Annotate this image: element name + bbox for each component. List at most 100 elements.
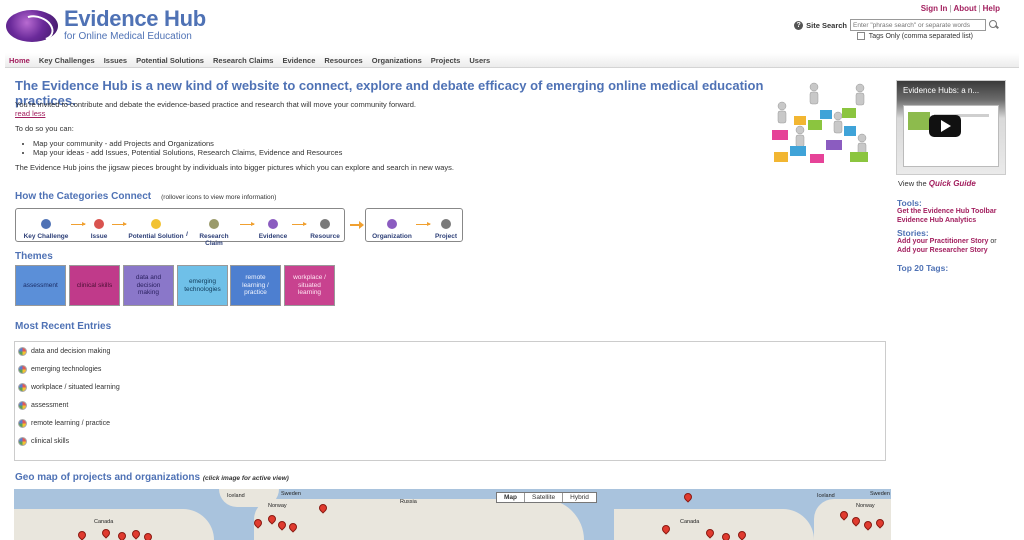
- geo-map[interactable]: Iceland Sweden Norway Russia Canada Icel…: [14, 489, 891, 540]
- site-logo[interactable]: Evidence Hub for Online Medical Educatio…: [6, 8, 206, 43]
- intro-text: You're invited to contribute and debate …: [15, 100, 755, 172]
- nav-projects[interactable]: Projects: [431, 56, 461, 65]
- analytics-link[interactable]: Evidence Hub Analytics: [897, 217, 976, 224]
- logo-title: Evidence Hub: [64, 6, 206, 31]
- map-label: Sweden: [870, 491, 890, 497]
- video-player[interactable]: Evidence Hubs: a n...: [896, 80, 1006, 175]
- read-less-link[interactable]: read less: [15, 109, 45, 118]
- list-item[interactable]: clinical skills: [18, 437, 69, 446]
- list-item[interactable]: assessment: [18, 401, 68, 410]
- arrow-icon: [112, 222, 127, 226]
- list-item: Map your ideas - add Issues, Potential S…: [33, 148, 755, 157]
- arrow-icon: [292, 222, 307, 226]
- map-button[interactable]: Map: [497, 493, 525, 502]
- nav-resources[interactable]: Resources: [324, 56, 362, 65]
- video-title: Evidence Hubs: a n...: [903, 86, 980, 95]
- map-heading: Geo map of projects and organizations: [15, 472, 201, 483]
- help-link[interactable]: Help: [983, 4, 1000, 13]
- list-item[interactable]: data and decision making: [18, 347, 110, 356]
- search-input[interactable]: [850, 19, 986, 31]
- arrow-icon: [71, 222, 86, 226]
- category-key-challenge[interactable]: Key Challenge: [22, 209, 70, 240]
- stories-or: or: [990, 238, 997, 245]
- category-label: Key Challenge: [23, 233, 69, 240]
- categories-title: How the Categories Connect (rollover icon…: [15, 191, 276, 202]
- nav-organizations[interactable]: Organizations: [372, 56, 422, 65]
- sign-in-link[interactable]: Sign In: [921, 4, 948, 13]
- theme-remote-learning[interactable]: remote learning / practice: [230, 265, 281, 306]
- category-potential-solution[interactable]: Potential Solution: [128, 209, 184, 240]
- list-item[interactable]: remote learning / practice: [18, 419, 110, 428]
- category-resource[interactable]: Resource: [308, 209, 342, 240]
- category-flow-org: Organization Project: [365, 208, 463, 242]
- search-icon[interactable]: [988, 19, 1000, 31]
- map-label: Canada: [680, 519, 700, 525]
- researcher-story-link[interactable]: Add your Researcher Story: [897, 247, 988, 254]
- theme-label: clinical skills: [76, 281, 113, 289]
- map-label: Iceland: [227, 493, 245, 499]
- categories-heading: How the Categories Connect: [15, 191, 152, 202]
- category-research-claim[interactable]: Research Claim: [190, 209, 238, 247]
- key-challenge-icon: [41, 219, 51, 229]
- theme-data-decision-making[interactable]: data and decision making: [123, 265, 174, 306]
- list-item: Map your community - add Projects and Or…: [33, 139, 755, 148]
- map-label: Norway: [268, 503, 287, 509]
- list-item-label: remote learning / practice: [31, 420, 110, 427]
- theme-label: workplace / situated learning: [293, 274, 326, 297]
- map-title: Geo map of projects and organizations (c…: [15, 472, 289, 483]
- map-pin-icon[interactable]: [682, 491, 694, 503]
- category-issue[interactable]: Issue: [88, 209, 110, 240]
- map-label: Iceland: [817, 493, 835, 499]
- nav-users[interactable]: Users: [469, 56, 490, 65]
- nav-home[interactable]: Home: [9, 56, 30, 65]
- category-label: Potential Solution: [128, 233, 184, 240]
- tags-only-checkbox[interactable]: [856, 32, 865, 40]
- satellite-button[interactable]: Satellite: [525, 493, 564, 502]
- theme-clinical-skills[interactable]: clinical skills: [69, 265, 120, 306]
- puzzle-people-illustration: [772, 82, 868, 163]
- quick-guide: View the Quick Guide: [898, 179, 976, 188]
- map-label: Russia: [400, 499, 417, 505]
- arrow-icon: [416, 222, 431, 226]
- list-item[interactable]: emerging technologies: [18, 365, 101, 374]
- quick-guide-link[interactable]: Quick Guide: [929, 179, 976, 188]
- nav-issues[interactable]: Issues: [104, 56, 127, 65]
- theme-icon: [18, 401, 27, 410]
- potential-solution-icon: [151, 219, 161, 229]
- site-search-label: Site Search: [806, 20, 847, 30]
- practitioner-story-link[interactable]: Add your Practitioner Story: [897, 238, 988, 245]
- toolbar-link[interactable]: Get the Evidence Hub Toolbar: [897, 208, 996, 215]
- category-label: /: [186, 231, 188, 238]
- theme-label: emerging technologies: [184, 278, 221, 293]
- theme-label: data and decision making: [135, 274, 162, 297]
- nav-key-challenges[interactable]: Key Challenges: [39, 56, 95, 65]
- quick-guide-prefix: View the: [898, 179, 927, 188]
- play-icon[interactable]: [929, 115, 961, 137]
- category-evidence[interactable]: Evidence: [256, 209, 290, 240]
- category-project[interactable]: Project: [432, 209, 460, 240]
- map-label: Norway: [856, 503, 875, 509]
- category-label: Issue: [90, 233, 108, 240]
- top-links: Sign In | About | Help: [920, 4, 1000, 13]
- map-label: Canada: [94, 519, 114, 525]
- category-label: Project: [434, 233, 458, 240]
- hybrid-button[interactable]: Hybrid: [563, 493, 596, 502]
- help-icon[interactable]: ?: [794, 20, 804, 30]
- nav-research-claims[interactable]: Research Claims: [213, 56, 273, 65]
- tags-only-option: Tags Only (comma separated list): [856, 32, 973, 40]
- list-item[interactable]: workplace / situated learning: [18, 383, 120, 392]
- category-label: Research Claim: [199, 233, 229, 247]
- nav-evidence[interactable]: Evidence: [282, 56, 315, 65]
- intro-paragraph: To do so you can:: [15, 124, 74, 133]
- recent-entries-list: data and decision making emerging techno…: [14, 341, 886, 461]
- about-link[interactable]: About: [953, 4, 976, 13]
- category-organization[interactable]: Organization: [370, 209, 414, 240]
- theme-icon: [18, 437, 27, 446]
- nav-potential-solutions[interactable]: Potential Solutions: [136, 56, 204, 65]
- list-item-label: assessment: [31, 402, 69, 409]
- theme-assessment[interactable]: assessment: [15, 265, 66, 306]
- theme-emerging-technologies[interactable]: emerging technologies: [177, 265, 228, 306]
- research-claim-icon: [209, 219, 219, 229]
- theme-workplace-learning[interactable]: workplace / situated learning: [284, 265, 335, 306]
- list-item-label: data and decision making: [31, 348, 111, 355]
